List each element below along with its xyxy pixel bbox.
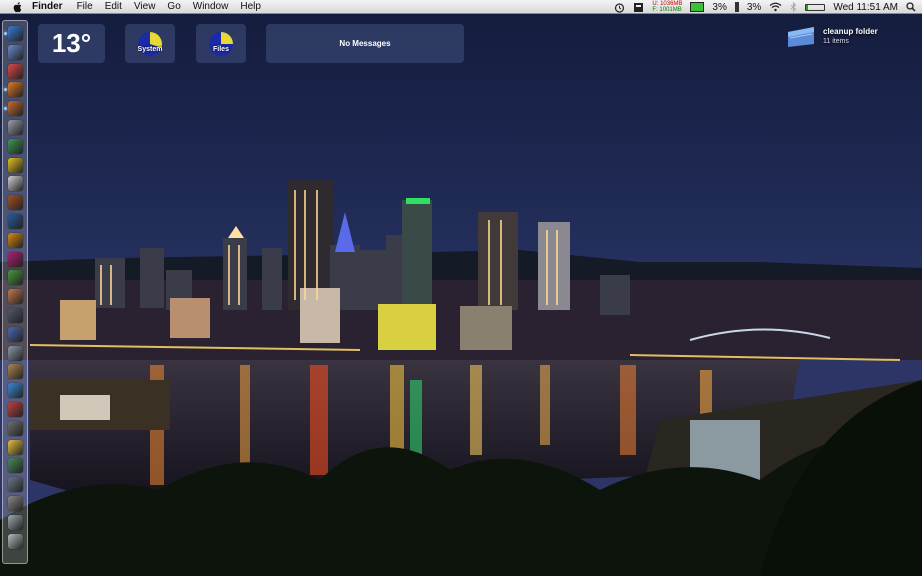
spotlight-icon[interactable] <box>906 2 916 12</box>
menu-clock[interactable]: Wed 11:51 AM <box>833 2 898 13</box>
running-indicator <box>4 107 7 111</box>
mail-icon[interactable] <box>8 44 23 60</box>
menu-view[interactable]: View <box>134 0 156 14</box>
files-pie-icon: Files <box>208 31 234 57</box>
globe-icon[interactable] <box>8 326 23 342</box>
files-used-slice <box>221 31 233 44</box>
memory-free: F: 1001MB <box>652 7 682 13</box>
chart-icon[interactable] <box>8 138 23 154</box>
system-widget[interactable]: System <box>125 24 175 63</box>
stickies-icon[interactable] <box>8 157 23 173</box>
running-indicator <box>4 32 7 35</box>
photos-icon[interactable] <box>8 101 23 117</box>
files-label: Files <box>213 45 229 53</box>
menu-help[interactable]: Help <box>240 0 261 14</box>
apple-icon[interactable] <box>12 1 24 13</box>
battery-bar-icon <box>734 2 739 12</box>
wifi-icon[interactable] <box>769 2 782 12</box>
settings-icon[interactable] <box>8 496 23 511</box>
itunes-icon[interactable] <box>8 383 23 399</box>
system-label: System <box>137 45 163 53</box>
calendar-icon[interactable] <box>8 63 23 79</box>
alarm-icon[interactable] <box>614 2 625 13</box>
folder-name: cleanup folder <box>823 27 878 36</box>
star-icon[interactable] <box>8 420 23 436</box>
monitor-icon[interactable] <box>633 2 644 13</box>
indesign-icon[interactable] <box>8 251 23 267</box>
menu-bar: Finder File Edit View Go Window Help U: … <box>0 0 922 14</box>
running-indicator <box>4 88 7 92</box>
skate-icon[interactable] <box>8 345 23 361</box>
menu-edit[interactable]: Edit <box>105 0 122 14</box>
dock <box>2 20 28 564</box>
finder-icon[interactable] <box>8 26 23 41</box>
menu-file[interactable]: File <box>77 0 93 14</box>
memory-gauge-icon[interactable]: U: 1036MB F: 1001MB <box>652 1 682 13</box>
menu-go[interactable]: Go <box>167 0 180 14</box>
battery-percent[interactable]: 3% <box>747 2 761 13</box>
drive-icon[interactable] <box>8 514 23 530</box>
window-icon[interactable] <box>8 458 23 474</box>
tool-icon[interactable] <box>8 364 23 380</box>
leaf-icon[interactable] <box>8 270 23 286</box>
weather-temperature: 13° <box>51 28 92 58</box>
weather-widget[interactable]: 13° <box>38 24 105 63</box>
camera-icon[interactable] <box>8 402 23 417</box>
pdf-icon[interactable] <box>8 176 23 192</box>
desktop-wallpaper <box>0 0 922 576</box>
desktop-folder-cleanup[interactable]: cleanup folder 11 items <box>786 24 916 52</box>
messages-text: No Messages <box>339 39 391 48</box>
clock-icon[interactable] <box>8 477 23 493</box>
bluetooth-icon[interactable] <box>790 2 797 12</box>
cpu-percent[interactable]: 3% <box>712 2 726 13</box>
trash-icon[interactable] <box>8 533 23 549</box>
messages-widget[interactable]: No Messages <box>266 24 464 63</box>
person-icon[interactable] <box>8 308 23 323</box>
folder-icon <box>788 27 814 47</box>
battery-icon[interactable] <box>805 3 826 11</box>
menu-window[interactable]: Window <box>193 0 229 14</box>
bridge-icon[interactable] <box>8 195 23 211</box>
system-pie-icon: System <box>137 31 163 57</box>
folder-item-count: 11 items <box>823 38 849 45</box>
menu-finder[interactable]: Finder <box>32 0 63 14</box>
folder-yellow-icon[interactable] <box>8 439 23 455</box>
photoshop-icon[interactable] <box>8 214 23 229</box>
illustrator-icon[interactable] <box>8 232 23 248</box>
firefox-icon[interactable] <box>8 82 23 98</box>
quill-icon[interactable] <box>8 120 23 135</box>
menu-extras: U: 1036MB F: 1001MB 3% 3% Wed 11:51 AM <box>606 0 916 14</box>
books-icon[interactable] <box>8 289 23 305</box>
files-widget[interactable]: Files <box>196 24 246 63</box>
cpu-gauge-icon <box>690 2 705 12</box>
